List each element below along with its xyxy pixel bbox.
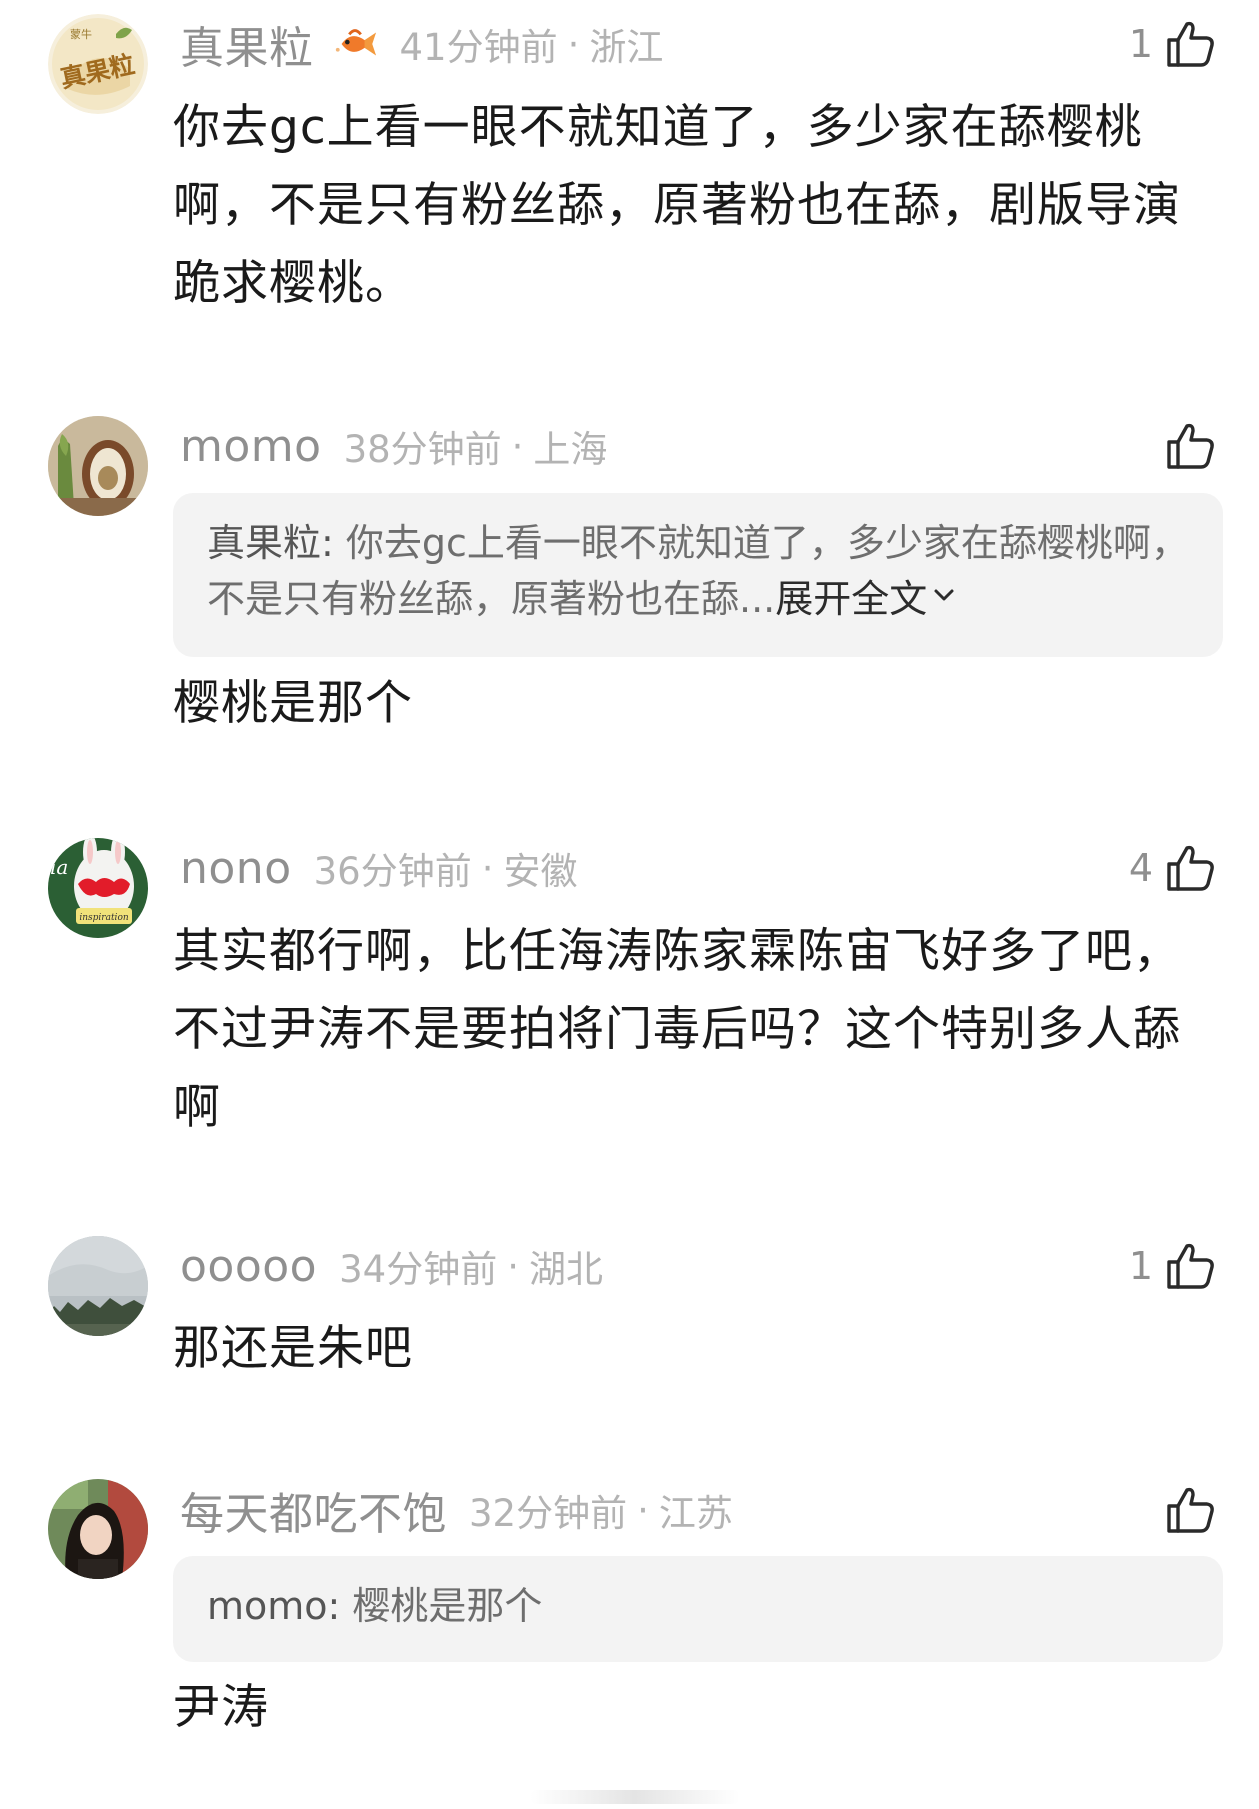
comment-location: 上海 [533, 428, 608, 471]
comment-location: 湖北 [528, 1248, 603, 1291]
comment-text: 你去gc上看一眼不就知道了，多少家在舔樱桃啊，不是只有粉丝舔，原著粉也在舔，剧版… [173, 100, 1181, 311]
like-count: 1 [1128, 1244, 1153, 1288]
comment-time: 32分钟前 [469, 1492, 628, 1535]
avatar[interactable] [48, 1236, 148, 1336]
separator-dot: · [567, 22, 580, 66]
quoted-text: 樱桃是那个 [340, 1584, 543, 1628]
comment-time: 36分钟前 [313, 850, 472, 893]
like-count: 4 [1128, 846, 1153, 890]
thumbs-up-icon[interactable] [1165, 18, 1217, 70]
scroll-fade-indicator [530, 1790, 740, 1804]
separator-dot: · [481, 846, 494, 890]
avatar[interactable] [48, 1479, 148, 1579]
comment-item: 蒙牛 真果粒 真果粒 41分钟前 · 浙江 1 你去gc上看一眼不就知道了，多少… [0, 0, 1259, 330]
username[interactable]: ooooo [180, 1241, 317, 1292]
like-button[interactable] [1153, 1482, 1217, 1538]
comment-text: 尹涛 [173, 1680, 269, 1735]
thumbs-up-icon[interactable] [1165, 1484, 1217, 1536]
svg-text:inspiration: inspiration [79, 913, 129, 923]
comment-text: 其实都行啊，比任海涛陈家霖陈宙飞好多了吧，不过尹涛不是要拍将门毒后吗？这个特别多… [173, 924, 1181, 1135]
like-button[interactable]: 1 [1129, 1238, 1217, 1294]
comment-meta: 每天都吃不饱 32分钟前 · 江苏 [180, 1482, 733, 1541]
comment-time: 38分钟前 [343, 428, 502, 471]
expand-full-text-link[interactable]: 展开全文 [775, 577, 927, 621]
avatar[interactable] [48, 416, 148, 516]
thumbs-up-icon[interactable] [1165, 1240, 1217, 1292]
comment-meta: momo 38分钟前 · 上海 [180, 418, 607, 474]
like-button[interactable] [1153, 418, 1217, 474]
username[interactable]: 每天都吃不饱 [180, 1478, 447, 1542]
comment-text: 那还是朱吧 [173, 1321, 413, 1376]
like-button[interactable]: 4 [1129, 840, 1217, 896]
like-count: 1 [1128, 22, 1153, 66]
quoted-username: 真果粒: [207, 521, 334, 565]
thumbs-up-icon[interactable] [1165, 420, 1217, 472]
comment-meta: ooooo 34分钟前 · 湖北 [180, 1238, 603, 1294]
username[interactable]: nono [180, 843, 292, 894]
quoted-reply[interactable]: momo: 樱桃是那个 [173, 1556, 1223, 1662]
avatar[interactable]: 蒙牛 真果粒 [48, 14, 148, 114]
svg-text:蒙牛: 蒙牛 [70, 27, 92, 41]
comment-location: 安徽 [503, 850, 578, 893]
username[interactable]: momo [180, 421, 322, 472]
comment-meta: nono 36分钟前 · 安徽 [180, 840, 577, 896]
quoted-username: momo: [207, 1584, 341, 1628]
thumbs-up-icon[interactable] [1165, 842, 1217, 894]
avatar[interactable]: inspiration ia [48, 838, 148, 938]
comment-time: 41分钟前 [399, 26, 558, 69]
like-button[interactable]: 1 [1129, 16, 1217, 72]
separator-dot: · [637, 1488, 649, 1532]
svg-text:ia: ia [50, 855, 68, 879]
comment-location: 浙江 [589, 26, 664, 69]
quoted-reply[interactable]: 真果粒: 你去gc上看一眼不就知道了，多少家在舔樱桃啊，不是只有粉丝舔，原著粉也… [173, 493, 1223, 657]
chevron-down-icon[interactable] [933, 584, 955, 606]
separator-dot: · [507, 1244, 519, 1288]
comment-time: 34分钟前 [339, 1248, 498, 1291]
goldfish-badge-icon [335, 29, 376, 56]
comment-meta: 真果粒 41分钟前 · 浙江 [180, 16, 664, 75]
comment-location: 江苏 [658, 1492, 733, 1535]
comment-text: 樱桃是那个 [173, 676, 413, 731]
separator-dot: · [511, 424, 524, 468]
quoted-text: 你去gc上看一眼不就知道了，多少家在舔樱桃啊，不是只有粉丝舔，原著粉也在舔... [207, 521, 1189, 621]
username[interactable]: 真果粒 [180, 12, 314, 76]
